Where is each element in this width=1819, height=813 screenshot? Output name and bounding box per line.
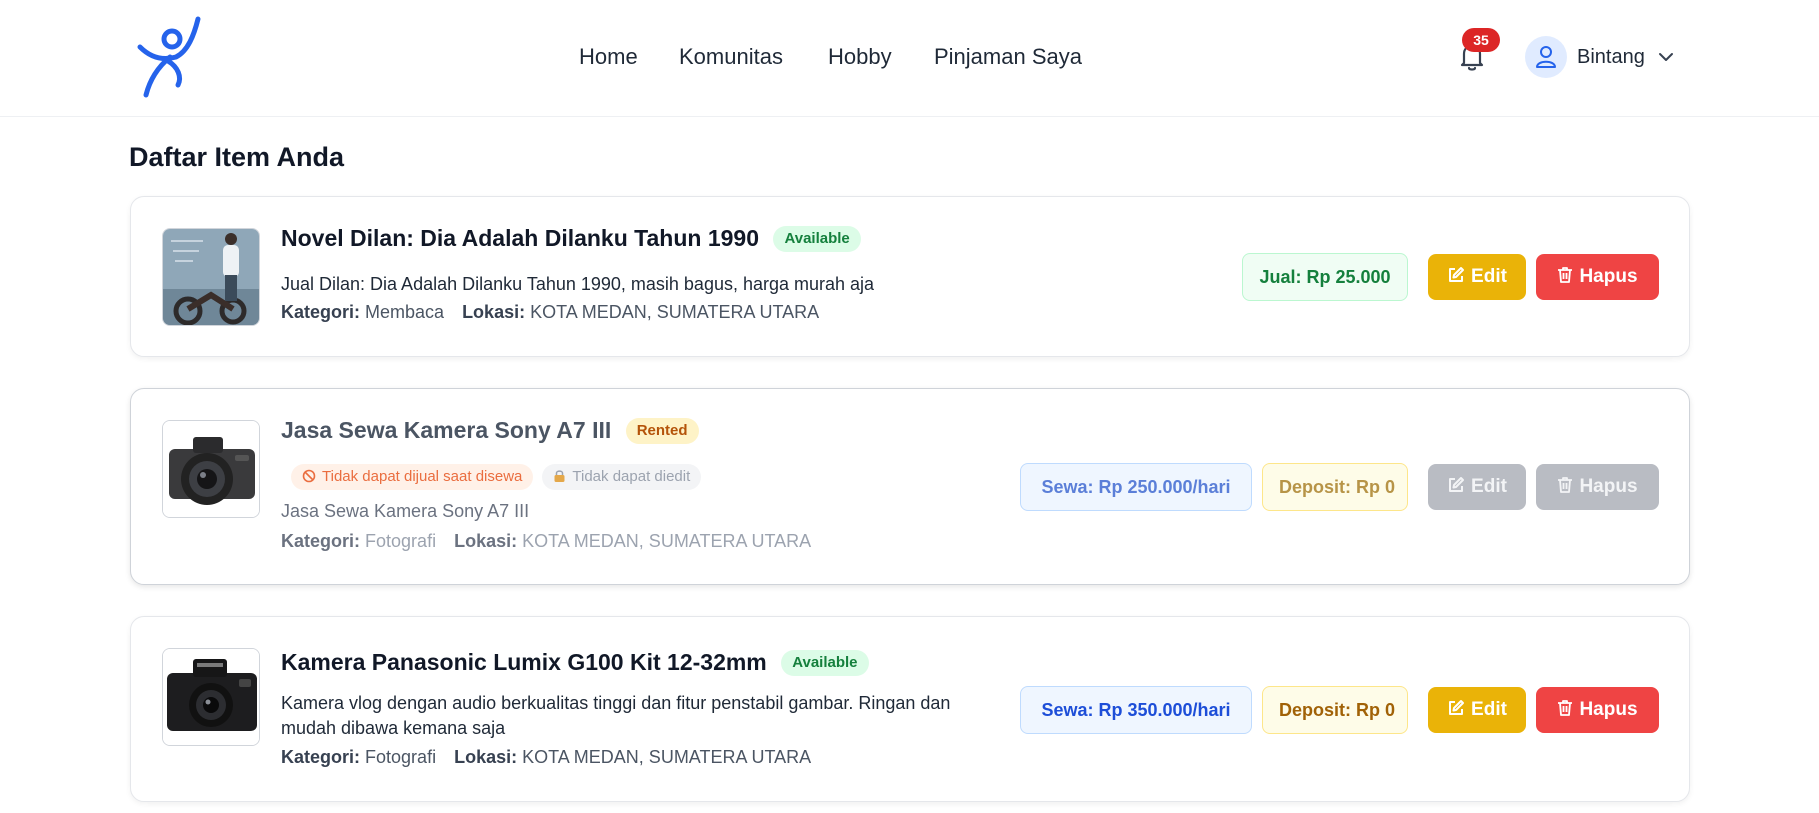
nav-pinjaman-saya[interactable]: Pinjaman Saya: [934, 44, 1082, 70]
delete-button[interactable]: Hapus: [1536, 254, 1659, 300]
lokasi-label: Lokasi:: [462, 302, 526, 322]
page-title: Daftar Item Anda: [129, 142, 345, 172]
item-description: Jasa Sewa Kamera Sony A7 III: [281, 501, 530, 521]
user-name: Bintang: [1577, 46, 1645, 68]
notification-count-badge: 35: [1462, 28, 1500, 52]
cannot-edit-warning: Tidak dapat diedit: [542, 464, 702, 490]
status-badge: Rented: [625, 417, 699, 444]
lokasi-label: Lokasi:: [454, 747, 518, 767]
sale-price-badge: Jual: Rp 25.000: [1242, 253, 1408, 301]
item-card: Jasa Sewa Kamera Sony A7 III Rented Tida…: [130, 388, 1690, 585]
item-title[interactable]: Jasa Sewa Kamera Sony A7 III: [281, 417, 611, 444]
item-thumbnail-novel-dilan: [162, 228, 260, 326]
item-card: Kamera Panasonic Lumix G100 Kit 12-32mm …: [130, 616, 1690, 802]
edit-button-label: Edit: [1471, 476, 1507, 497]
item-title[interactable]: Novel Dilan: Dia Adalah Dilanku Tahun 19…: [281, 225, 759, 252]
lokasi-value: KOTA MEDAN, SUMATERA UTARA: [522, 531, 812, 551]
edit-button-label: Edit: [1471, 699, 1507, 720]
item-title-row: Jasa Sewa Kamera Sony A7 III Rented: [281, 417, 699, 449]
kategori-value: Fotografi: [365, 531, 437, 551]
delete-button[interactable]: Hapus: [1536, 687, 1659, 733]
kategori-value: Membaca: [365, 302, 445, 322]
edit-icon: [1449, 267, 1465, 282]
item-meta: Kategori: Fotografi Lokasi: KOTA MEDAN, S…: [281, 747, 811, 768]
rent-price-badge: Sewa: Rp 250.000/hari: [1020, 463, 1252, 511]
status-badge: Available: [781, 649, 869, 676]
item-thumbnail-lumix-g100: [162, 648, 260, 746]
trash-icon: [1558, 477, 1573, 493]
item-meta: Kategori: Fotografi Lokasi: KOTA MEDAN, S…: [281, 531, 811, 552]
item-title[interactable]: Kamera Panasonic Lumix G100 Kit 12-32mm: [281, 649, 767, 676]
kategori-value: Fotografi: [365, 747, 437, 767]
kategori-label: Kategori:: [281, 302, 361, 322]
nav-hobby[interactable]: Hobby: [828, 44, 892, 70]
item-description: Kamera vlog dengan audio berkualitas tin…: [281, 693, 951, 738]
edit-button[interactable]: Edit: [1428, 687, 1526, 733]
rent-price-badge: Sewa: Rp 350.000/hari: [1020, 686, 1252, 734]
cannot-sell-warning: Tidak dapat dijual saat disewa: [291, 464, 534, 490]
item-title-row: Kamera Panasonic Lumix G100 Kit 12-32mm …: [281, 649, 869, 681]
status-badge: Available: [773, 225, 861, 252]
top-navbar: Home Komunitas Hobby Pinjaman Saya 35 Bi…: [0, 0, 1819, 117]
edit-icon: [1449, 700, 1465, 715]
deposit-badge: Deposit: Rp 0: [1262, 686, 1408, 734]
edit-button-label: Edit: [1471, 266, 1507, 287]
chevron-down-icon: [1659, 53, 1673, 61]
item-meta: Kategori: Membaca Lokasi: KOTA MEDAN, SUM…: [281, 302, 819, 323]
delete-button-label: Hapus: [1579, 699, 1638, 720]
delete-button-label: Hapus: [1579, 476, 1638, 497]
ban-icon: [302, 469, 316, 483]
edit-icon: [1449, 477, 1465, 492]
item-description: Jual Dilan: Dia Adalah Dilanku Tahun 199…: [281, 274, 875, 294]
lokasi-label: Lokasi:: [454, 531, 518, 551]
kategori-label: Kategori:: [281, 747, 361, 767]
trash-icon: [1558, 267, 1573, 283]
deposit-badge: Deposit: Rp 0: [1262, 463, 1408, 511]
trash-icon: [1558, 700, 1573, 716]
item-thumbnail-sony-a7: [162, 420, 260, 518]
delete-button[interactable]: Hapus: [1536, 464, 1659, 510]
user-icon: [1536, 46, 1556, 68]
item-title-row: Novel Dilan: Dia Adalah Dilanku Tahun 19…: [281, 225, 861, 257]
nav-komunitas[interactable]: Komunitas: [679, 44, 783, 70]
item-card: Novel Dilan: Dia Adalah Dilanku Tahun 19…: [130, 196, 1690, 357]
edit-button[interactable]: Edit: [1428, 254, 1526, 300]
avatar: [1525, 36, 1567, 78]
lokasi-value: KOTA MEDAN, SUMATERA UTARA: [530, 302, 820, 322]
nav-home[interactable]: Home: [579, 44, 638, 70]
lock-icon: [554, 470, 565, 482]
lokasi-value: KOTA MEDAN, SUMATERA UTARA: [522, 747, 812, 767]
cannot-sell-warning-text: Tidak dapat dijual saat disewa: [322, 468, 523, 485]
kategori-label: Kategori:: [281, 531, 361, 551]
edit-button[interactable]: Edit: [1428, 464, 1526, 510]
cannot-edit-warning-text: Tidak dapat diedit: [572, 468, 691, 485]
delete-button-label: Hapus: [1579, 266, 1638, 287]
warning-badges: Tidak dapat dijual saat disewa Tidak dapa…: [291, 464, 710, 490]
